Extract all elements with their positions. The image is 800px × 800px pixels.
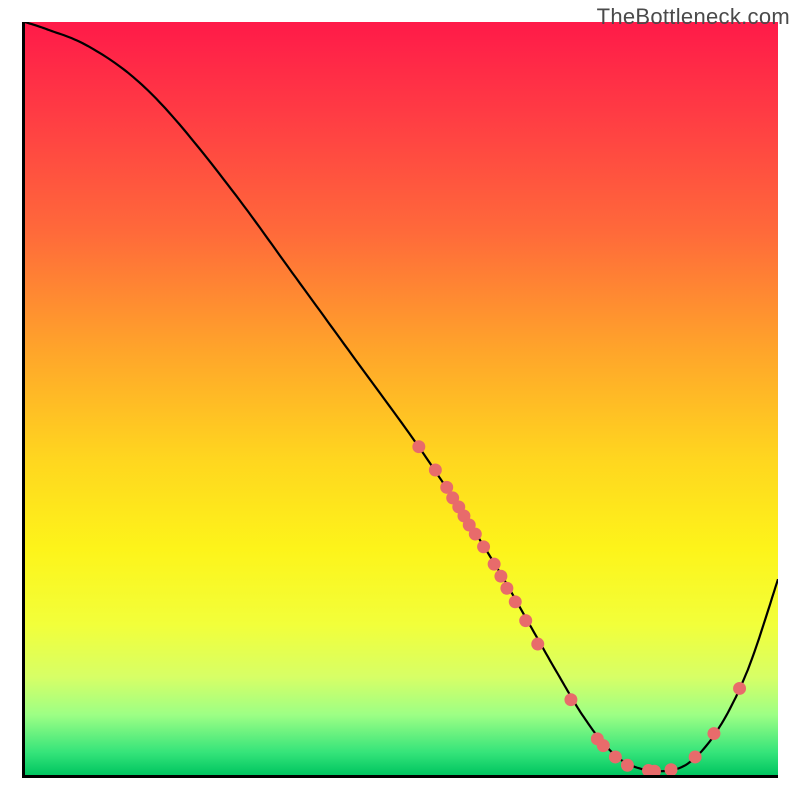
data-point-marker xyxy=(564,693,577,706)
data-point-marker xyxy=(469,528,482,541)
data-point-marker xyxy=(609,750,622,763)
data-point-marker xyxy=(477,540,490,553)
data-point-marker xyxy=(488,558,501,571)
data-point-marker xyxy=(494,570,507,583)
data-point-marker xyxy=(519,614,532,627)
data-point-marker xyxy=(665,763,678,775)
data-point-marker xyxy=(500,582,513,595)
data-point-marker xyxy=(733,682,746,695)
data-point-marker xyxy=(412,440,425,453)
chart-svg xyxy=(25,22,778,775)
plot-area xyxy=(22,22,778,778)
data-point-marker xyxy=(621,759,634,772)
bottleneck-curve xyxy=(25,22,778,771)
data-point-marker xyxy=(429,464,442,477)
data-point-marker xyxy=(509,595,522,608)
data-point-marker xyxy=(707,727,720,740)
data-point-marker xyxy=(531,638,544,651)
markers-group xyxy=(412,440,746,775)
chart-stage: TheBottleneck.com xyxy=(0,0,800,800)
data-point-marker xyxy=(689,750,702,763)
data-point-marker xyxy=(597,739,610,752)
watermark-text: TheBottleneck.com xyxy=(597,4,790,30)
